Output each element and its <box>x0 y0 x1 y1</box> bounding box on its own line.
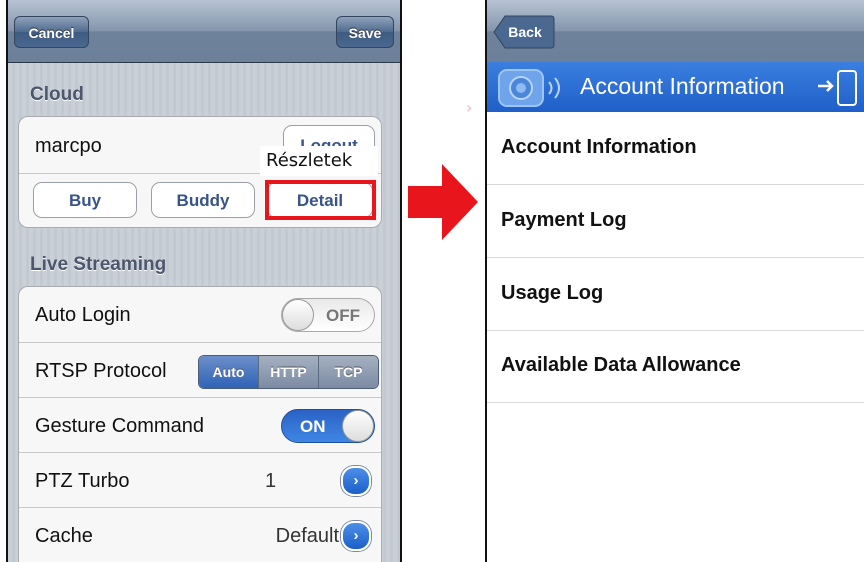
gesture-command-label: Gesture Command <box>35 415 204 437</box>
auto-login-row: Auto Login OFF <box>19 287 381 342</box>
list-item-label: Account Information <box>501 136 697 158</box>
gesture-command-state: ON <box>300 417 326 436</box>
list-item-account-information[interactable]: Account Information <box>487 112 864 185</box>
account-screen: Back Account Information Account Informa… <box>485 0 864 562</box>
toggle-knob <box>282 299 314 331</box>
cancel-button[interactable]: Cancel <box>14 16 89 48</box>
live-streaming-group: Auto Login OFF RTSP Protocol Auto HTTP T… <box>18 286 382 562</box>
camera-icon <box>498 69 560 107</box>
list-item-label: Usage Log <box>501 282 604 304</box>
ptz-turbo-value: 1 <box>265 470 277 492</box>
rtsp-option-auto[interactable]: Auto <box>199 356 258 388</box>
gesture-command-row: Gesture Command ON <box>19 397 381 453</box>
arrow-right-icon <box>408 164 478 240</box>
title-bar: Account Information <box>487 62 864 112</box>
detail-highlight-box <box>265 180 376 220</box>
faint-chevron-icon: › <box>466 98 473 117</box>
list-item-payment-log[interactable]: Payment Log <box>487 185 864 258</box>
ptz-turbo-label: PTZ Turbo <box>35 470 130 492</box>
gesture-command-toggle[interactable]: ON <box>281 409 375 443</box>
back-button[interactable]: Back <box>495 15 555 49</box>
auto-login-state: OFF <box>326 306 360 325</box>
annotation-text: Részletek <box>266 150 353 171</box>
list-item-label: Available Data Allowance <box>501 354 741 376</box>
title-bar-text: Account Information <box>580 73 785 99</box>
cache-row[interactable]: Cache Default › <box>19 507 381 562</box>
ptz-turbo-row[interactable]: PTZ Turbo 1 › <box>19 452 381 508</box>
annotation-label-box: Részletek <box>260 146 378 176</box>
toggle-knob <box>342 410 374 442</box>
save-button[interactable]: Save <box>336 16 394 48</box>
cache-label: Cache <box>35 525 93 547</box>
rtsp-option-http[interactable]: HTTP <box>258 356 318 388</box>
list-item-usage-log[interactable]: Usage Log <box>487 258 864 331</box>
live-streaming-section-header: Live Streaming <box>30 254 167 275</box>
buddy-button[interactable]: Buddy <box>151 182 255 218</box>
rtsp-protocol-label: RTSP Protocol <box>35 360 167 382</box>
chevron-right-icon[interactable]: › <box>341 466 371 496</box>
auto-login-label: Auto Login <box>35 304 131 326</box>
left-nav-bar: Cancel Save <box>8 0 400 63</box>
cloud-section-header: Cloud <box>30 84 84 105</box>
buy-button[interactable]: Buy <box>33 182 137 218</box>
rtsp-option-tcp[interactable]: TCP <box>318 356 378 388</box>
list-item-label: Payment Log <box>501 209 627 231</box>
logout-phone-icon[interactable] <box>816 68 860 108</box>
list-item-available-data-allowance[interactable]: Available Data Allowance <box>487 330 864 403</box>
settings-screen: Cancel Save Cloud marcpo Logout Buy Budd… <box>6 0 402 562</box>
right-nav-bar: Back <box>487 0 864 62</box>
rtsp-segmented-control[interactable]: Auto HTTP TCP <box>198 355 379 389</box>
auto-login-toggle[interactable]: OFF <box>281 298 375 332</box>
chevron-right-icon[interactable]: › <box>341 521 371 551</box>
rtsp-protocol-row: RTSP Protocol Auto HTTP TCP <box>19 342 381 398</box>
username-label: marcpo <box>35 135 102 157</box>
cache-value: Default <box>275 525 339 547</box>
